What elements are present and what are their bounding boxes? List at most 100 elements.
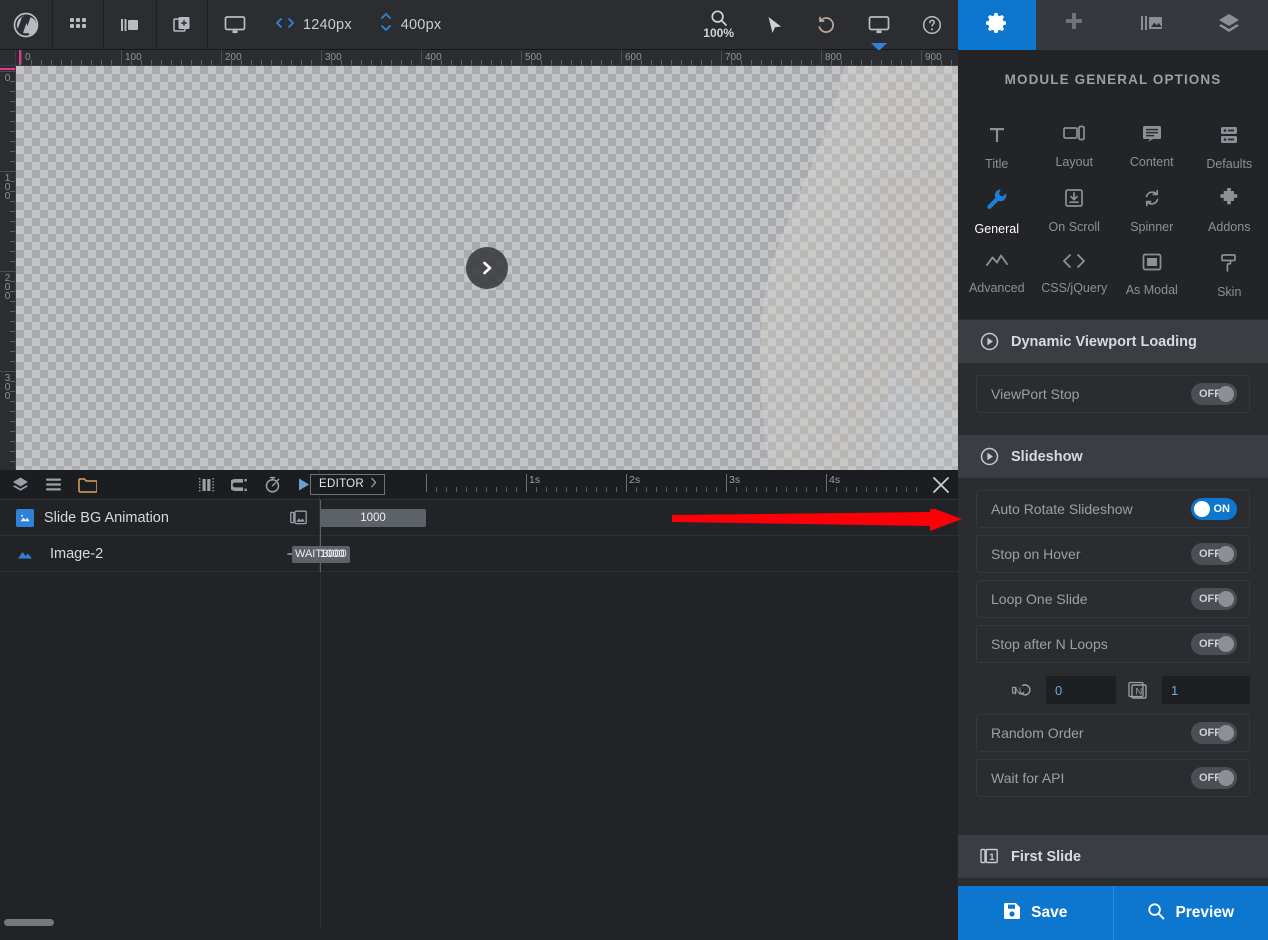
toggle-state-label: ON	[1213, 503, 1231, 515]
media-icon[interactable]	[290, 510, 307, 525]
puzzle-icon	[1219, 187, 1239, 213]
nav-item-skin[interactable]: Skin	[1191, 244, 1268, 307]
toggle-knob	[1218, 386, 1234, 402]
loop-count-input[interactable]	[1162, 676, 1250, 704]
device-desktop-icon[interactable]	[208, 0, 262, 50]
section-header-first-slide[interactable]: 1 First Slide	[958, 834, 1268, 878]
timeline-panel: EDITOR 1s2s3s4s5s6	[0, 469, 958, 929]
close-icon[interactable]	[932, 476, 950, 499]
nav-item-label: Skin	[1217, 285, 1242, 299]
nav-item-label: Defaults	[1206, 157, 1253, 171]
option-label: Auto Rotate Slideshow	[991, 501, 1133, 517]
undo-icon[interactable]	[800, 0, 852, 50]
zoom-control[interactable]: 100%	[687, 0, 750, 50]
timeline-row[interactable]: Image-2 WAIT3000 1000	[0, 535, 958, 572]
toggle-stop-after-n-loops[interactable]: OFF	[1191, 633, 1237, 655]
align-grid-icon[interactable]	[190, 477, 223, 493]
nav-item-layout[interactable]: Layout	[1036, 116, 1114, 179]
tab-layers[interactable]	[1191, 0, 1268, 50]
tab-module-general-options[interactable]	[958, 0, 1036, 50]
horizontal-ruler[interactable]: 0 100 200 300 400 500 600 700 800 900	[0, 50, 958, 66]
slider-layers-icon[interactable]	[104, 0, 157, 50]
nav-item-advanced[interactable]: Advanced	[958, 244, 1036, 307]
nav-item-addons[interactable]: Addons	[1191, 179, 1268, 244]
editor-pill-label: EDITOR	[319, 478, 365, 490]
timeline-row-label[interactable]: Image-2	[0, 535, 320, 572]
grid-icon[interactable]	[53, 0, 104, 50]
nav-item-defaults[interactable]: Defaults	[1191, 116, 1268, 179]
slider-layers-icon	[1140, 13, 1164, 38]
timeline-bar[interactable]: 1000	[320, 508, 426, 527]
option-row-loop-one-slide[interactable]: Loop One Slide OFF	[976, 580, 1250, 618]
nav-item-content[interactable]: Content	[1113, 116, 1191, 179]
loop-delay-input[interactable]	[1046, 676, 1116, 704]
n-loop-icon: N	[1010, 681, 1036, 699]
nav-item-label: Spinner	[1130, 220, 1174, 234]
tab-slides[interactable]	[1113, 0, 1191, 50]
toggle-loop-one-slide[interactable]: OFF	[1191, 588, 1237, 610]
nav-item-label: General	[974, 222, 1019, 236]
tab-move-slide[interactable]	[1036, 0, 1114, 50]
toggle-knob	[1218, 546, 1234, 562]
panel-footer-gap	[958, 878, 1268, 886]
cursor-arrow-icon[interactable]	[750, 0, 800, 50]
option-row-wait-for-api[interactable]: Wait for API OFF	[976, 759, 1250, 797]
nav-item-title[interactable]: Title	[958, 116, 1036, 179]
toggle-random-order[interactable]: OFF	[1191, 722, 1237, 744]
canvas-stage: 0 100 200 300 400 500 600 700 800 900 0 100 200 300	[0, 50, 958, 470]
toggle-wait-for-api[interactable]: OFF	[1191, 767, 1237, 789]
preview-button[interactable]: Preview	[1112, 886, 1268, 940]
toggle-knob	[1218, 725, 1234, 741]
toggle-knob	[1218, 770, 1234, 786]
folder-icon[interactable]	[70, 477, 105, 493]
slide-background-image	[760, 66, 958, 470]
toggle-viewport-stop[interactable]: OFF	[1191, 383, 1237, 405]
help-icon[interactable]	[906, 0, 958, 50]
toggle-auto-rotate-slideshow[interactable]: ON	[1191, 498, 1237, 520]
nav-item-spinner[interactable]: Spinner	[1113, 179, 1191, 244]
editor-mode-pill[interactable]: EDITOR	[310, 474, 386, 495]
nav-item-css-jquery[interactable]: CSS/jQuery	[1036, 244, 1114, 307]
timeline-row-label[interactable]: Slide BG Animation	[0, 499, 320, 536]
option-row-random-order[interactable]: Random Order OFF	[976, 714, 1250, 752]
section-title: Slideshow	[1011, 448, 1083, 465]
canvas-height-control[interactable]: 400px	[366, 0, 456, 50]
defaults-server-icon	[1219, 125, 1239, 150]
option-row-viewport-stop[interactable]: ViewPort Stop OFF	[976, 375, 1250, 413]
toggle-stop-on-hover[interactable]: OFF	[1191, 543, 1237, 565]
section-header-dynamic-viewport-loading[interactable]: Dynamic Viewport Loading	[958, 319, 1268, 363]
slide-canvas[interactable]	[16, 66, 958, 470]
timeline-ruler[interactable]: 1s2s3s4s5s6	[406, 470, 920, 500]
nav-item-as-modal[interactable]: As Modal	[1113, 244, 1191, 307]
download-box-icon	[1064, 188, 1084, 213]
timeline-ruler-label: 1s	[529, 473, 541, 486]
timeline-track[interactable]: WAIT3000 1000	[292, 535, 958, 572]
option-row-stop-after-n-loops[interactable]: Stop after N Loops OFF	[976, 625, 1250, 663]
magnet-icon[interactable]	[223, 477, 256, 493]
layers-icon[interactable]	[0, 476, 37, 493]
timeline-row[interactable]: Slide BG Animation 1000	[0, 499, 958, 536]
save-button[interactable]: Save	[958, 886, 1113, 940]
add-slide-icon[interactable]	[157, 0, 208, 50]
canvas-width-control[interactable]: 1240px	[262, 0, 366, 50]
nav-item-general[interactable]: General	[958, 179, 1036, 244]
timeline-track[interactable]: 1000	[320, 499, 958, 536]
section-header-slideshow[interactable]: Slideshow	[958, 434, 1268, 478]
code-brackets-icon	[1063, 253, 1086, 274]
nav-item-on-scroll[interactable]: On Scroll	[1036, 179, 1114, 244]
option-row-stop-on-hover[interactable]: Stop on Hover OFF	[976, 535, 1250, 573]
option-label: Wait for API	[991, 770, 1065, 786]
timeline-wait-chip[interactable]: WAIT3000 1000	[292, 545, 350, 563]
canvas-play-button[interactable]	[466, 247, 508, 289]
wordpress-icon[interactable]	[0, 0, 53, 50]
option-row-auto-rotate-slideshow[interactable]: Auto Rotate Slideshow ON	[976, 490, 1250, 528]
preview-device-icon[interactable]	[852, 0, 906, 51]
vertical-ruler[interactable]: 0 100 200 300	[0, 66, 16, 470]
stopwatch-icon[interactable]	[256, 476, 289, 493]
list-icon[interactable]	[37, 477, 70, 492]
slider-editor-app: 1240px 400px 100% 0 100 200 300 400 500 …	[0, 0, 1268, 940]
ruler-corner	[0, 50, 16, 66]
panel-nav-grid: Title Layout Content Defaults General On…	[958, 108, 1268, 319]
section-title: First Slide	[1011, 848, 1082, 865]
timeline-scrollbar[interactable]	[4, 919, 54, 926]
